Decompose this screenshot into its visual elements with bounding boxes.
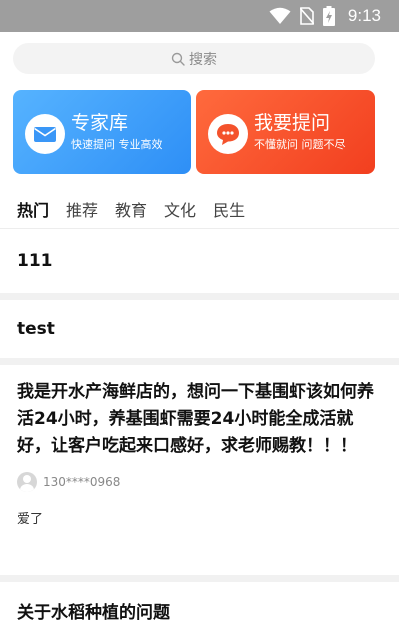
no-sim-icon bbox=[299, 7, 314, 25]
question-item[interactable]: 关于水稻种植的问题 bbox=[0, 582, 399, 628]
tab-education[interactable]: 教育 bbox=[115, 197, 147, 223]
ask-question-icon-badge bbox=[208, 114, 248, 154]
expert-library-subtitle: 快速提问 专业高效 bbox=[71, 138, 163, 151]
status-icons: 9:13 bbox=[269, 4, 381, 28]
tab-livelihood[interactable]: 民生 bbox=[213, 197, 245, 223]
question-item[interactable]: test bbox=[0, 300, 399, 358]
ask-question-title: 我要提问 bbox=[254, 112, 331, 134]
search-bar[interactable]: 搜索 bbox=[13, 43, 375, 74]
question-title: 111 bbox=[17, 251, 53, 271]
question-item[interactable]: 我是开水产海鲜店的，想问一下基围虾该如何养活24小时，养基围虾需要24小时能全成… bbox=[0, 365, 399, 575]
divider bbox=[0, 575, 399, 582]
ask-question-subtitle: 不懂就问 问题不尽 bbox=[254, 138, 346, 151]
question-author: 130****0968 bbox=[17, 472, 382, 492]
question-title: 我是开水产海鲜店的，想问一下基围虾该如何养活24小时，养基围虾需要24小时能全成… bbox=[17, 382, 374, 456]
question-title: 关于水稻种植的问题 bbox=[17, 603, 170, 623]
answer-preview: 爱了 bbox=[17, 512, 44, 527]
category-tabs: 热门 推荐 教育 文化 民生 bbox=[17, 197, 262, 223]
question-feed: 111 test 我是开水产海鲜店的，想问一下基围虾该如何养活24小时，养基围虾… bbox=[0, 229, 399, 628]
battery-charging-icon bbox=[322, 6, 335, 26]
divider bbox=[0, 293, 399, 300]
mail-icon bbox=[34, 127, 56, 142]
author-name: 130****0968 bbox=[43, 475, 121, 489]
question-item[interactable]: 111 bbox=[0, 229, 399, 293]
expert-library-icon-badge bbox=[25, 114, 65, 154]
chat-icon bbox=[217, 124, 239, 145]
status-bar: 9:13 bbox=[0, 0, 399, 32]
avatar bbox=[17, 472, 37, 492]
tab-culture[interactable]: 文化 bbox=[164, 197, 196, 223]
wifi-icon bbox=[269, 7, 291, 24]
expert-library-card[interactable]: 专家库 快速提问 专业高效 bbox=[13, 90, 191, 174]
search-icon bbox=[171, 52, 185, 66]
tab-recommended[interactable]: 推荐 bbox=[66, 197, 98, 223]
expert-library-title: 专家库 bbox=[71, 112, 129, 134]
question-title: test bbox=[17, 319, 55, 339]
tab-hot[interactable]: 热门 bbox=[17, 197, 49, 223]
divider bbox=[0, 358, 399, 365]
status-time: 9:13 bbox=[347, 6, 381, 25]
search-label: 搜索 bbox=[189, 51, 217, 68]
ask-question-card[interactable]: 我要提问 不懂就问 问题不尽 bbox=[196, 90, 375, 174]
